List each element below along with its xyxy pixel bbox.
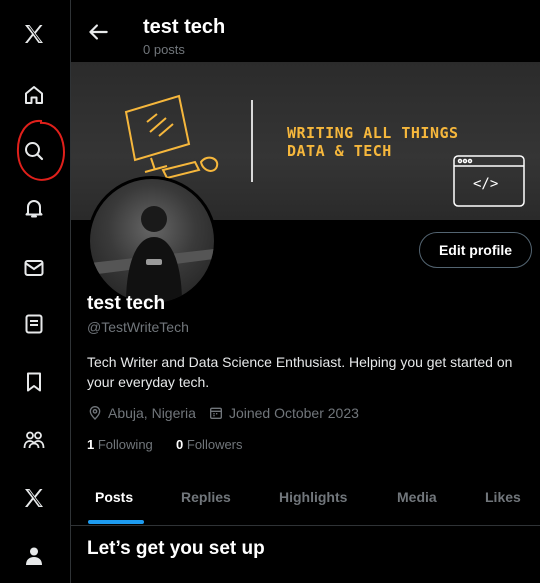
tab-media[interactable]: Media xyxy=(397,489,437,505)
bookmarks-icon[interactable] xyxy=(14,362,54,402)
computer-illustration-icon xyxy=(124,94,219,180)
avatar[interactable] xyxy=(87,176,217,306)
calendar-icon xyxy=(209,407,222,419)
tab-posts[interactable]: Posts xyxy=(95,489,133,505)
post-count: 0 posts xyxy=(143,42,185,57)
profile-person-icon[interactable] xyxy=(14,536,54,576)
tab-highlights[interactable]: Highlights xyxy=(279,489,347,505)
x-logo-icon[interactable] xyxy=(14,14,54,54)
location-pin-icon xyxy=(89,406,101,420)
followers-link[interactable]: 0 Followers xyxy=(176,437,242,452)
premium-x-icon[interactable] xyxy=(14,478,54,518)
setup-heading: Let’s get you set up xyxy=(87,538,265,559)
profile-joined-date: Joined October 2023 xyxy=(228,405,359,421)
banner-divider xyxy=(251,100,253,182)
profile-handle: @TestWriteTech xyxy=(87,319,189,335)
notifications-bell-icon[interactable] xyxy=(14,188,54,228)
profile-main: test tech 0 posts WRITING ALL THINGS DAT… xyxy=(71,0,540,583)
left-sidebar xyxy=(0,0,71,583)
back-arrow-icon[interactable] xyxy=(85,19,111,45)
profile-bio: Tech Writer and Data Science Enthusiast.… xyxy=(87,354,513,390)
profile-meta: Abuja, Nigeria Joined October 2023 xyxy=(87,405,359,421)
avatar-photo xyxy=(90,206,214,303)
search-icon[interactable] xyxy=(14,131,54,171)
profile-header: test tech 0 posts xyxy=(71,0,540,62)
profile-name: test tech xyxy=(87,293,166,314)
home-icon[interactable] xyxy=(14,75,54,115)
tab-likes[interactable]: Likes xyxy=(485,489,521,505)
banner-headline: WRITING ALL THINGS DATA & TECH xyxy=(287,124,459,160)
lists-icon[interactable] xyxy=(14,304,54,344)
active-tab-indicator xyxy=(88,520,144,524)
profile-location: Abuja, Nigeria xyxy=(108,405,196,421)
follow-stats: 1 Following 0 Followers xyxy=(87,437,243,452)
tab-replies[interactable]: Replies xyxy=(181,489,231,505)
code-symbol: </> xyxy=(473,176,499,192)
page-title: test tech xyxy=(143,16,226,38)
messages-envelope-icon[interactable] xyxy=(14,248,54,288)
communities-icon[interactable] xyxy=(14,420,54,460)
following-link[interactable]: 1 Following xyxy=(87,437,153,452)
profile-tabs: Posts Replies Highlights Media Likes xyxy=(71,477,540,526)
edit-profile-button[interactable]: Edit profile xyxy=(419,232,532,268)
